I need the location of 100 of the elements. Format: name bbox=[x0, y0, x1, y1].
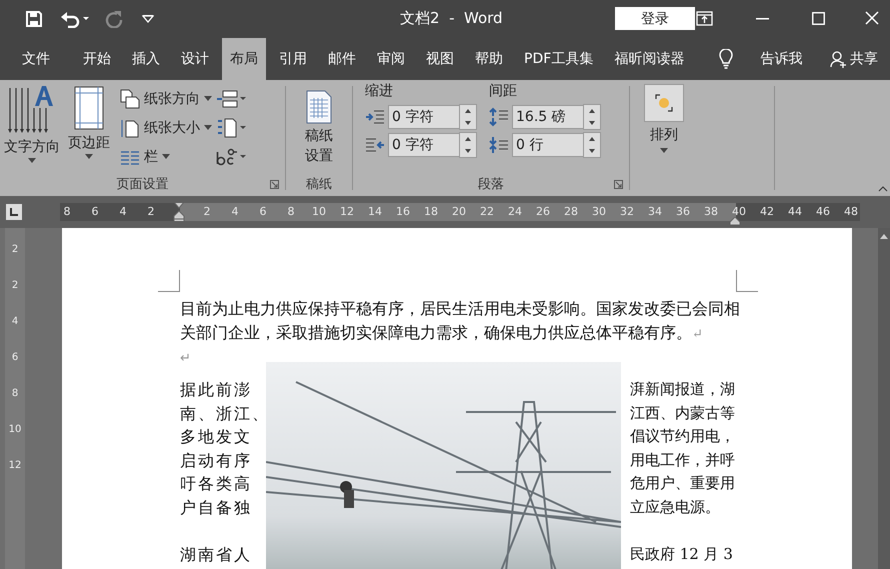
redo-icon[interactable] bbox=[105, 10, 123, 28]
crop-mark bbox=[158, 270, 180, 292]
text-line: 江西、内蒙古等 bbox=[630, 402, 736, 424]
text-line: 南、浙江、 bbox=[180, 402, 266, 425]
columns-button[interactable]: 栏 bbox=[120, 142, 212, 171]
orientation-button[interactable]: 纸张方向 bbox=[120, 84, 212, 113]
margins-icon bbox=[74, 84, 104, 132]
ruler-number: 22 bbox=[479, 205, 495, 219]
margins-button[interactable]: 页边距 bbox=[64, 84, 114, 172]
close-icon[interactable] bbox=[865, 11, 879, 25]
text-line: 用电工作，并呼 bbox=[630, 450, 736, 471]
caret-icon bbox=[660, 148, 668, 153]
customize-caret-icon[interactable] bbox=[142, 15, 154, 23]
text-line: 立应急电源。 bbox=[630, 496, 721, 518]
dialog-launcher-icon[interactable] bbox=[270, 180, 279, 189]
ruler-number: 46 bbox=[815, 205, 831, 219]
ruler-number: 14 bbox=[367, 205, 383, 219]
spacing-after-field[interactable]: 0 行 bbox=[512, 133, 584, 157]
dialog-launcher-icon[interactable] bbox=[614, 180, 623, 189]
login-button[interactable]: 登录 bbox=[615, 7, 695, 30]
caret-icon bbox=[204, 125, 212, 130]
ruler-number: 16 bbox=[395, 205, 411, 219]
ruler-number: 20 bbox=[451, 205, 467, 219]
ruler-number: 2 bbox=[12, 280, 18, 291]
lightbulb-icon[interactable] bbox=[719, 49, 734, 69]
maximize-icon[interactable] bbox=[812, 12, 825, 25]
spacing-before-icon bbox=[489, 107, 509, 127]
ribbon-tab[interactable]: 帮助 bbox=[467, 38, 511, 80]
caret-icon bbox=[162, 154, 170, 159]
indent-right-icon bbox=[365, 137, 385, 153]
spacing-heading: 间距 bbox=[489, 82, 518, 101]
ruler-number: 4 bbox=[230, 205, 240, 219]
ruler-number: 18 bbox=[423, 205, 439, 219]
text-line: 危用户、重要用 bbox=[630, 473, 736, 494]
ribbon-tab[interactable]: 邮件 bbox=[320, 38, 364, 80]
vertical-scrollbar[interactable] bbox=[878, 228, 890, 569]
indent-right-field[interactable]: 0 字符 bbox=[388, 133, 460, 157]
right-indent-marker-icon[interactable] bbox=[730, 217, 740, 225]
ruler-number: 8 bbox=[286, 205, 296, 219]
ruler-number: 26 bbox=[535, 205, 551, 219]
collapse-ribbon-icon[interactable] bbox=[878, 186, 888, 192]
group-label: 页面设置 bbox=[116, 176, 168, 193]
ribbon-tab[interactable]: 开始 bbox=[75, 38, 119, 80]
paper-size-button[interactable]: 纸张大小 bbox=[120, 113, 212, 142]
ruler-number: 40 bbox=[731, 205, 747, 219]
ruler-number: 10 bbox=[8, 424, 22, 435]
caret-icon bbox=[85, 154, 93, 159]
text-direction-button[interactable]: 文字方向 bbox=[0, 84, 64, 172]
ruler-number: 36 bbox=[675, 205, 691, 219]
ruler-number: 4 bbox=[118, 205, 128, 219]
orientation-icon bbox=[120, 88, 140, 108]
ribbon-tab[interactable]: 视图 bbox=[418, 38, 462, 80]
ruler-number: 28 bbox=[563, 205, 579, 219]
ribbon-tab[interactable]: 设计 bbox=[173, 38, 217, 80]
text-line: 倡议节约用电， bbox=[630, 426, 736, 448]
paragraph-mark: ↵ bbox=[180, 350, 192, 368]
ribbon-tab[interactable]: 福昕阅读器 bbox=[606, 38, 692, 80]
columns-icon bbox=[120, 148, 140, 164]
spacing-before-field[interactable]: 16.5 磅 bbox=[512, 105, 584, 129]
tell-me-search[interactable]: 告诉我 bbox=[760, 50, 802, 68]
ribbon-display-icon[interactable] bbox=[696, 11, 713, 26]
spin-buttons[interactable] bbox=[583, 104, 601, 130]
text-line: 湖南省人 bbox=[180, 544, 253, 566]
undo-icon[interactable] bbox=[60, 10, 90, 28]
spin-buttons[interactable] bbox=[459, 104, 477, 130]
ruler-number: 48 bbox=[843, 205, 859, 219]
tab-selector[interactable] bbox=[6, 204, 22, 220]
arrange-icon bbox=[654, 93, 674, 113]
scroll-up-icon[interactable] bbox=[880, 234, 888, 239]
ribbon-tab[interactable]: 文件 bbox=[14, 38, 58, 80]
save-icon[interactable] bbox=[25, 10, 43, 28]
ribbon-tab[interactable]: PDF工具集 bbox=[516, 38, 602, 80]
caret-icon bbox=[204, 96, 212, 101]
ruler-number: 2 bbox=[202, 205, 212, 219]
indent-left-icon bbox=[365, 109, 385, 125]
group-label: 稿纸 bbox=[306, 176, 332, 193]
ruler-number: 10 bbox=[311, 205, 327, 219]
ruler-number: 8 bbox=[12, 388, 18, 399]
ribbon-tab[interactable]: 布局 bbox=[222, 38, 266, 80]
spin-buttons[interactable] bbox=[583, 132, 601, 158]
minimize-icon[interactable] bbox=[756, 18, 769, 20]
indent-left-field[interactable]: 0 字符 bbox=[388, 105, 460, 129]
draft-paper-setup-button[interactable]: 稿纸设置 bbox=[299, 84, 339, 172]
spin-buttons[interactable] bbox=[459, 132, 477, 158]
grid-document-icon bbox=[306, 90, 332, 124]
indent-heading: 缩进 bbox=[365, 82, 394, 101]
ruler-number: 2 bbox=[12, 244, 18, 255]
ribbon-tab[interactable]: 插入 bbox=[124, 38, 168, 80]
share-button[interactable]: 共享 bbox=[830, 50, 878, 68]
share-label[interactable]: 共享 bbox=[850, 50, 878, 68]
ribbon-tab[interactable]: 引用 bbox=[271, 38, 315, 80]
paper-size-icon bbox=[120, 118, 140, 138]
ruler-number: 38 bbox=[703, 205, 719, 219]
text-line: 据此前澎 bbox=[180, 379, 253, 401]
window-title: 文档2 - Word bbox=[400, 9, 503, 28]
ruler-number: 6 bbox=[258, 205, 268, 219]
ruler-number: 6 bbox=[12, 352, 18, 363]
text-line: 启动有序 bbox=[180, 450, 253, 472]
text-line: 民政府 12 月 3 bbox=[630, 544, 734, 566]
ribbon-tab[interactable]: 审阅 bbox=[369, 38, 413, 80]
